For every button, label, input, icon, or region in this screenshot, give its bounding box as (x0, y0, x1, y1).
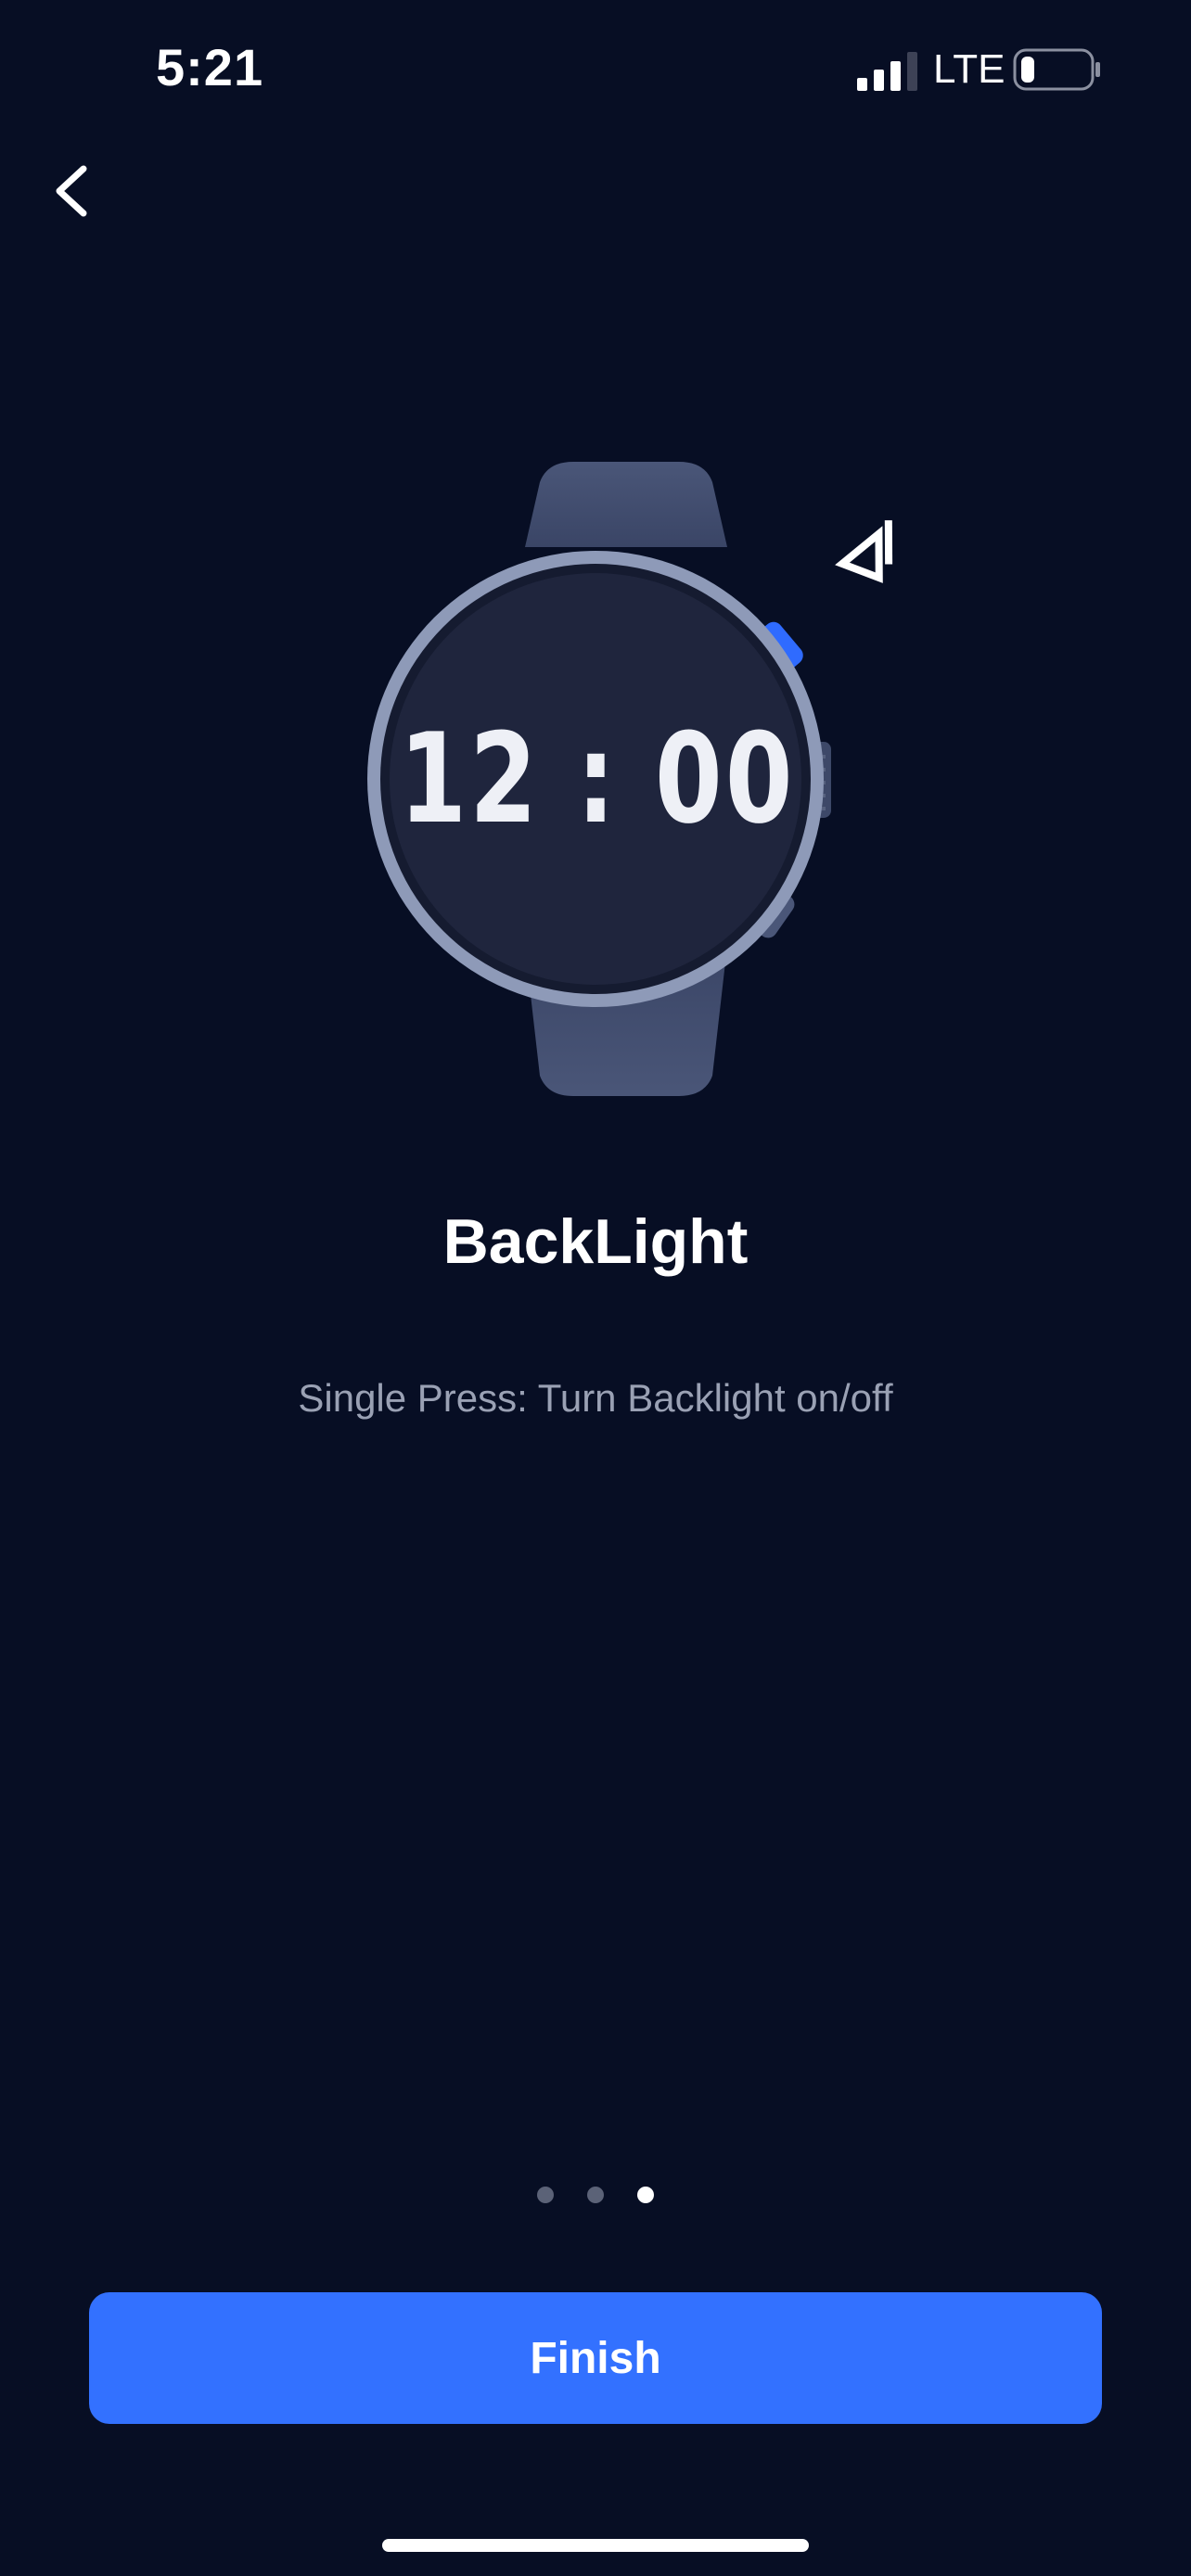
watch-time-display: 12 : 00 (399, 707, 796, 851)
feature-title: BackLight (442, 1206, 749, 1277)
battery-icon (1013, 48, 1100, 91)
watch-strap-top (525, 462, 727, 547)
feature-description: Single Press: Turn Backlight on/off (298, 1376, 893, 1420)
page-dot (537, 2187, 554, 2203)
home-indicator (382, 2539, 809, 2552)
finish-button[interactable]: Finish (89, 2292, 1102, 2424)
back-button[interactable] (37, 148, 111, 232)
press-arrow-icon (835, 520, 893, 583)
chevron-left-icon (56, 165, 87, 217)
page-dot-active (637, 2187, 654, 2203)
page-dot (587, 2187, 604, 2203)
page-indicator (0, 2187, 1191, 2205)
status-time: 5:21 (156, 38, 264, 96)
signal-icon (857, 52, 917, 91)
status-bar: 5:21 LTE (0, 0, 1191, 139)
battery-fill (1021, 57, 1034, 83)
network-label: LTE (933, 46, 1005, 92)
